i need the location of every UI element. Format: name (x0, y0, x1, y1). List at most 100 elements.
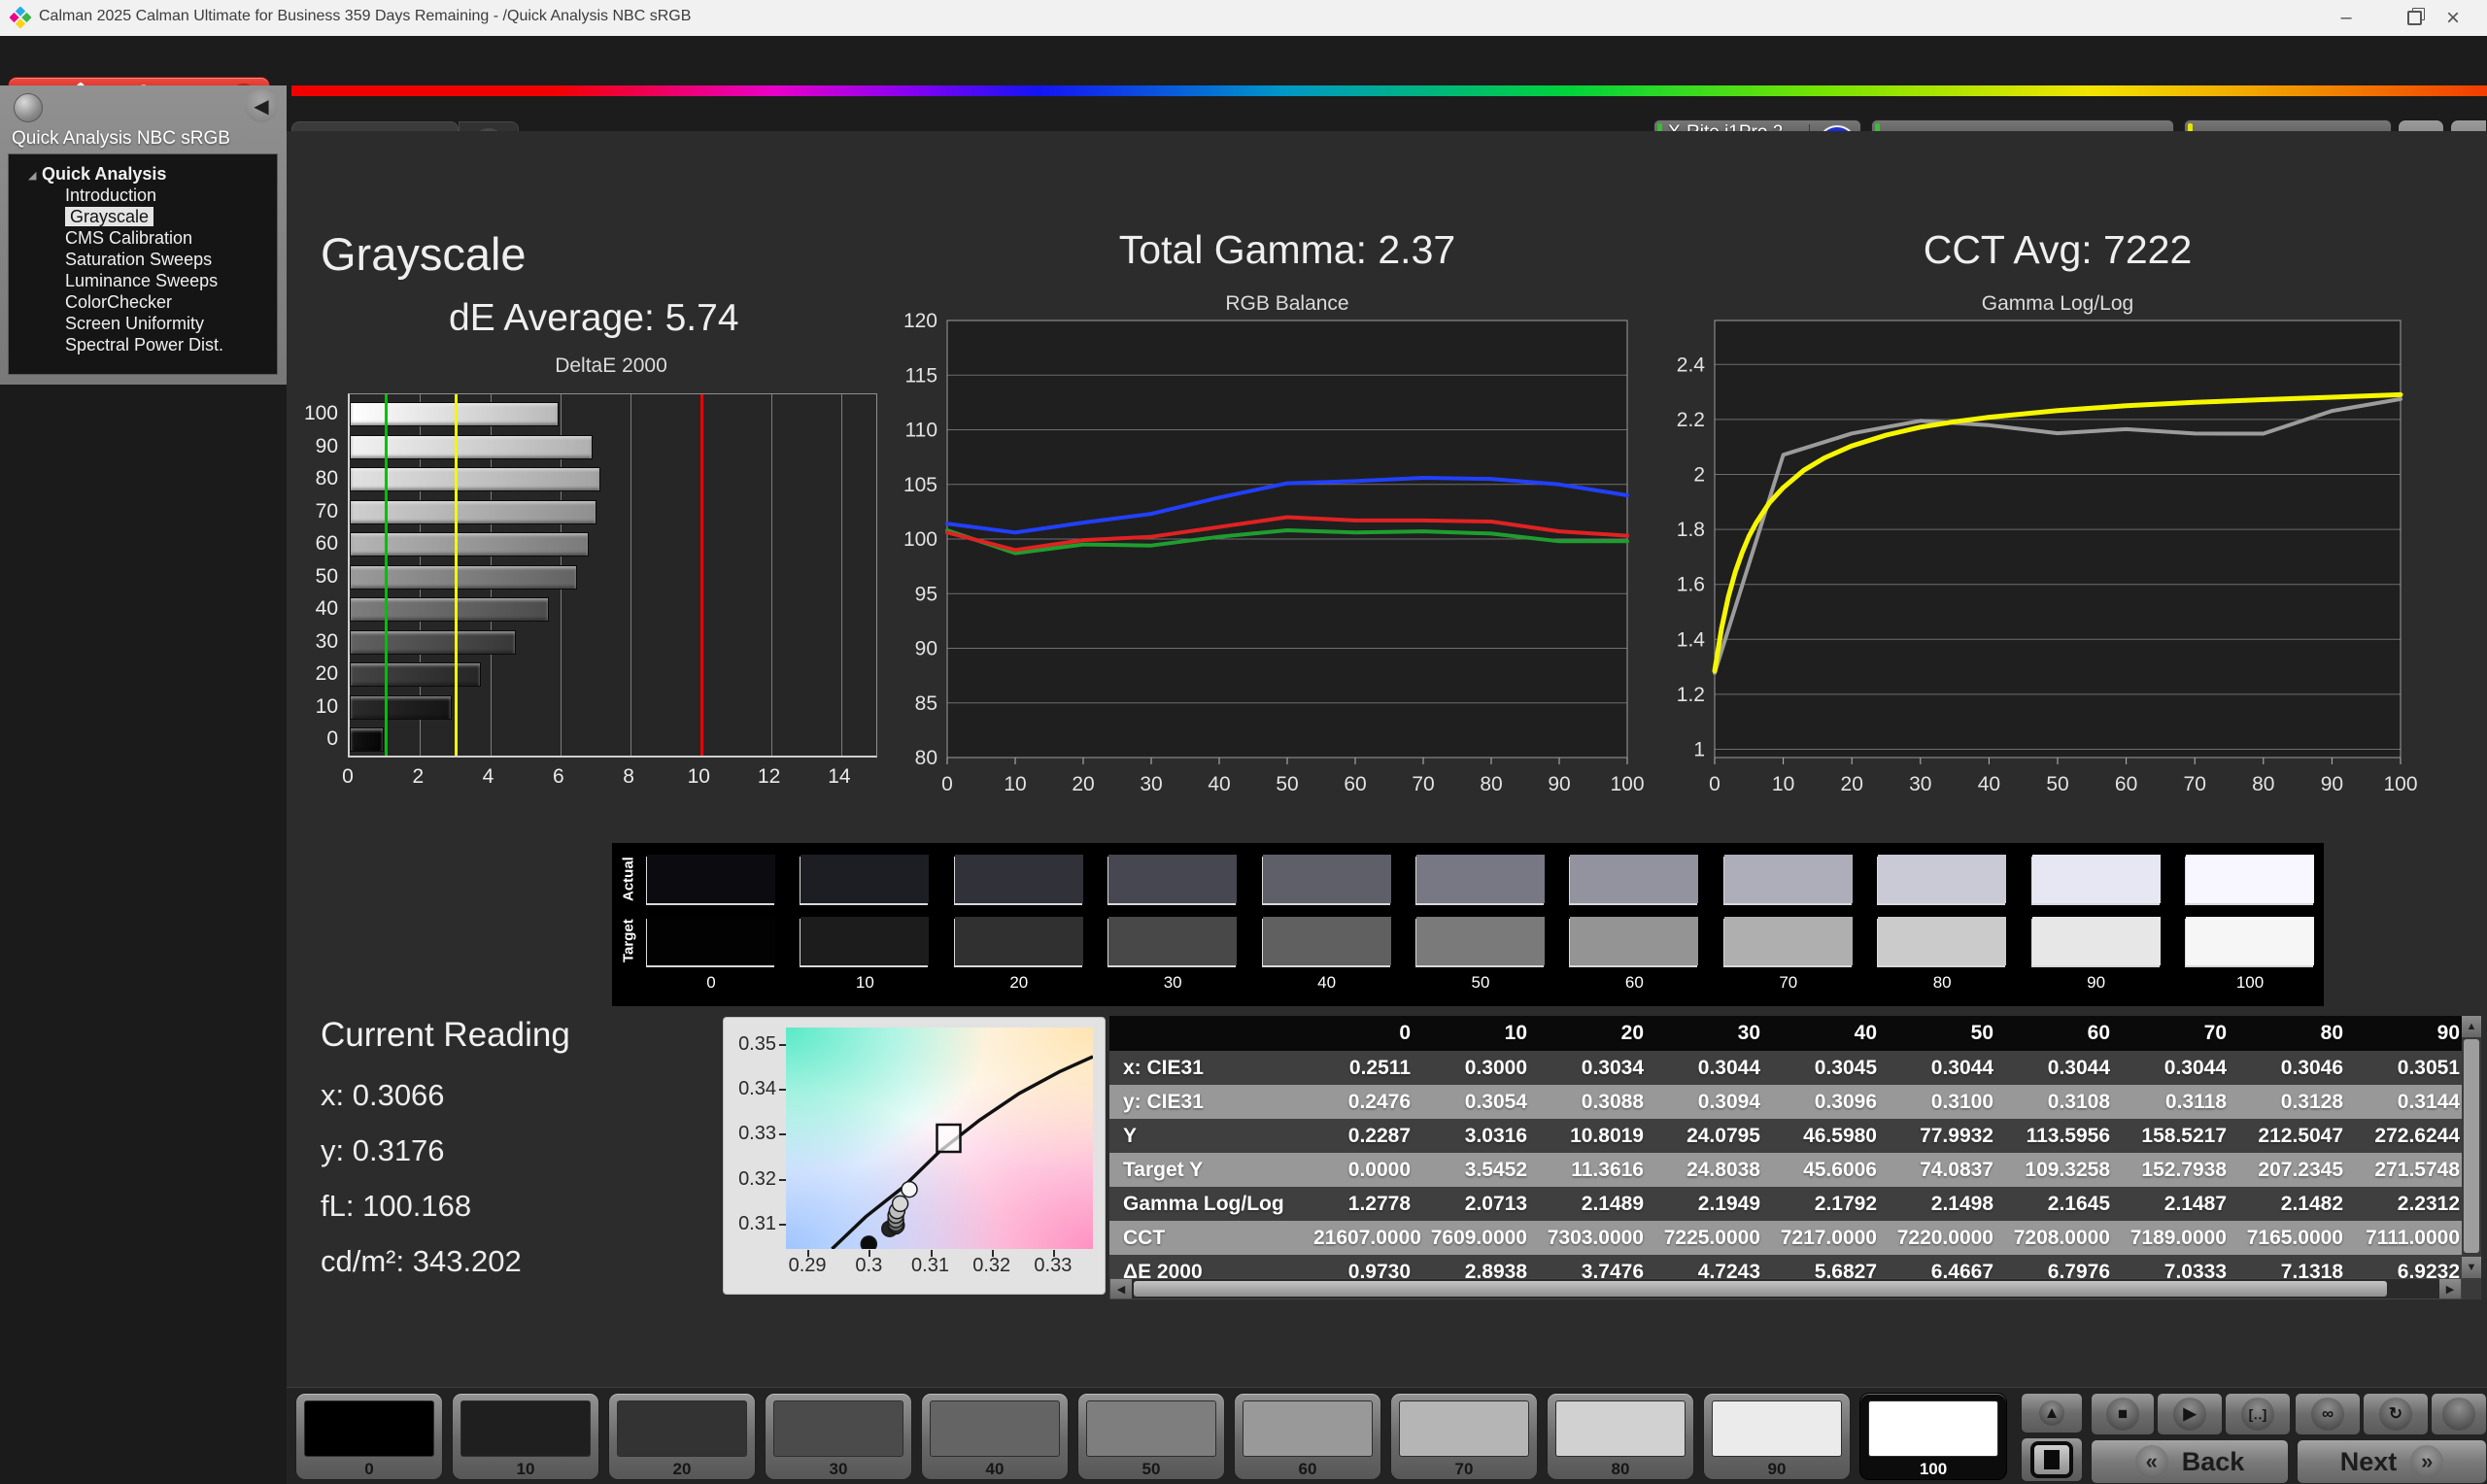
spectrum-bar (291, 85, 2487, 96)
tree-expand-icon[interactable]: ◢ (28, 165, 42, 186)
continuous-read-button[interactable]: ∞ (2295, 1393, 2361, 1435)
deltae-chart-title: DeltaE 2000 (348, 354, 874, 378)
pattern-swatch (460, 1400, 591, 1457)
table-cell: 2.1949 (1663, 1187, 1780, 1221)
table-horizontal-scrollbar[interactable]: ◀ ▶ (1109, 1278, 2462, 1299)
table-cell: 272.6244 (2363, 1119, 2462, 1153)
next-button[interactable]: Next » (2297, 1439, 2487, 1484)
scroll-down-icon[interactable]: ▼ (2462, 1257, 2481, 1278)
pattern-bar-expand-button[interactable]: ▲ (2021, 1393, 2083, 1433)
target-row-label: Target (616, 917, 641, 965)
svg-text:0: 0 (1709, 773, 1720, 795)
target-swatch (955, 917, 1083, 965)
svg-text:100: 100 (1610, 773, 1644, 795)
sidebar-item-grayscale[interactable]: Grayscale (9, 206, 277, 227)
table-cell: 40 (1780, 1016, 1896, 1051)
pattern-level-button-80[interactable]: 80 (1547, 1393, 1694, 1480)
table-cell: 90 (2363, 1016, 2462, 1051)
pattern-level-button-70[interactable]: 70 (1390, 1393, 1538, 1480)
svg-text:20: 20 (1841, 773, 1863, 795)
pattern-level-button-30[interactable]: 30 (765, 1393, 912, 1480)
minimize-icon: – (2340, 7, 2351, 29)
table-row: y: CIE310.24760.30540.30880.30940.30960.… (1109, 1085, 2462, 1119)
table-cell: 7111.0000 (2363, 1221, 2462, 1255)
blank-action-button[interactable] (2431, 1393, 2487, 1435)
scrollbar-thumb[interactable] (2464, 1039, 2479, 1253)
table-cell: 2.1482 (2246, 1187, 2363, 1221)
table-cell: 11.3616 (1547, 1153, 1663, 1187)
svg-text:40: 40 (1978, 773, 2000, 795)
sidebar-item-introduction[interactable]: Introduction (9, 185, 277, 206)
loop-icon: ↻ (2379, 1398, 2412, 1431)
sidebar-collapse-button[interactable]: ◀ (245, 89, 278, 122)
svg-text:0: 0 (941, 773, 953, 795)
sidebar-item-saturation-sweeps[interactable]: Saturation Sweeps (9, 249, 277, 270)
pattern-level-button-100[interactable]: 100 (1859, 1393, 2007, 1480)
svg-text:50: 50 (1276, 773, 1298, 795)
axis-tick-label: 8 (604, 765, 653, 789)
actual-swatch (2186, 855, 2314, 903)
table-vertical-scrollbar[interactable]: ▲ ▼ (2462, 1016, 2481, 1299)
deltae-bar (350, 727, 384, 752)
table-cell: 0.3046 (2246, 1051, 2363, 1085)
sidebar-item-colorchecker[interactable]: ColorChecker (9, 291, 277, 313)
pattern-level-button-20[interactable]: 20 (608, 1393, 756, 1480)
pattern-level-button-50[interactable]: 50 (1077, 1393, 1225, 1480)
reference-line (455, 394, 458, 756)
play-button[interactable]: ▶ (2157, 1393, 2223, 1435)
table-cell: 0.0000 (1313, 1153, 1430, 1187)
minimize-button[interactable]: – (2312, 0, 2380, 36)
sidebar-item-cms-calibration[interactable]: CMS Calibration (9, 227, 277, 249)
deltae-plot-area (348, 393, 877, 758)
reference-line (700, 394, 703, 756)
scroll-up-icon[interactable]: ▲ (2462, 1016, 2481, 1037)
back-button[interactable]: « Back (2091, 1439, 2289, 1484)
table-cell: 0.3128 (2246, 1085, 2363, 1119)
table-header-row: 0102030405060708090100 (1109, 1016, 2462, 1051)
target-swatch (1416, 917, 1545, 965)
chevron-left-icon: ◀ (254, 94, 268, 118)
scrollbar-thumb[interactable] (1134, 1281, 2387, 1297)
axis-tick-label: 0.31 (907, 1255, 954, 1277)
axis-tick-label: 60 (291, 531, 338, 556)
axis-tick-label: 14 (815, 765, 864, 789)
table-cell: 24.8038 (1663, 1153, 1780, 1187)
actual-swatch (1724, 855, 1853, 903)
table-row-label: Target Y (1109, 1153, 1313, 1187)
table-cell: 158.5217 (2129, 1119, 2246, 1153)
pattern-level-button-10[interactable]: 10 (452, 1393, 599, 1480)
svg-text:70: 70 (1412, 773, 1434, 795)
pattern-level-button-60[interactable]: 60 (1234, 1393, 1381, 1480)
deltae-bar (350, 565, 577, 590)
deltae-bar (350, 597, 549, 622)
sidebar-item-screen-uniformity[interactable]: Screen Uniformity (9, 313, 277, 334)
pattern-level-button-90[interactable]: 90 (1703, 1393, 1851, 1480)
table-cell: 30 (1663, 1016, 1780, 1051)
table-cell: 74.0837 (1896, 1153, 2013, 1187)
scroll-left-icon[interactable]: ◀ (1110, 1279, 1132, 1298)
swatch-column-label: 30 (1108, 973, 1237, 993)
pattern-range-button[interactable]: [‥] (2225, 1393, 2291, 1435)
close-button[interactable]: × (2419, 0, 2487, 36)
tick (992, 1250, 994, 1257)
target-swatch (2186, 917, 2314, 965)
pattern-level-button-0[interactable]: 0 (295, 1393, 443, 1480)
stop-button[interactable]: ■ (2091, 1393, 2155, 1435)
target-swatch (2032, 917, 2161, 965)
pattern-level-label: 50 (1078, 1460, 1224, 1479)
scroll-right-icon[interactable]: ▶ (2439, 1279, 2461, 1298)
pattern-window-button[interactable] (2021, 1437, 2083, 1482)
axis-tick-label: 0.34 (730, 1078, 776, 1100)
de-average-heading: dE Average: 5.74 (449, 297, 739, 340)
pattern-level-label: 70 (1391, 1460, 1537, 1479)
pattern-swatch (1243, 1400, 1373, 1457)
sidebar-status-orb[interactable] (14, 93, 43, 122)
pattern-level-button-40[interactable]: 40 (921, 1393, 1069, 1480)
sidebar-item-luminance-sweeps[interactable]: Luminance Sweeps (9, 270, 277, 291)
infinity-icon: ∞ (2311, 1398, 2344, 1431)
loop-button[interactable]: ↻ (2363, 1393, 2429, 1435)
axis-tick-label: 6 (534, 765, 583, 789)
table-cell: 80 (2246, 1016, 2363, 1051)
sidebar-item-quick-analysis[interactable]: ◢Quick Analysis (9, 163, 277, 185)
sidebar-item-spectral-power-dist[interactable]: Spectral Power Dist. (9, 334, 277, 355)
